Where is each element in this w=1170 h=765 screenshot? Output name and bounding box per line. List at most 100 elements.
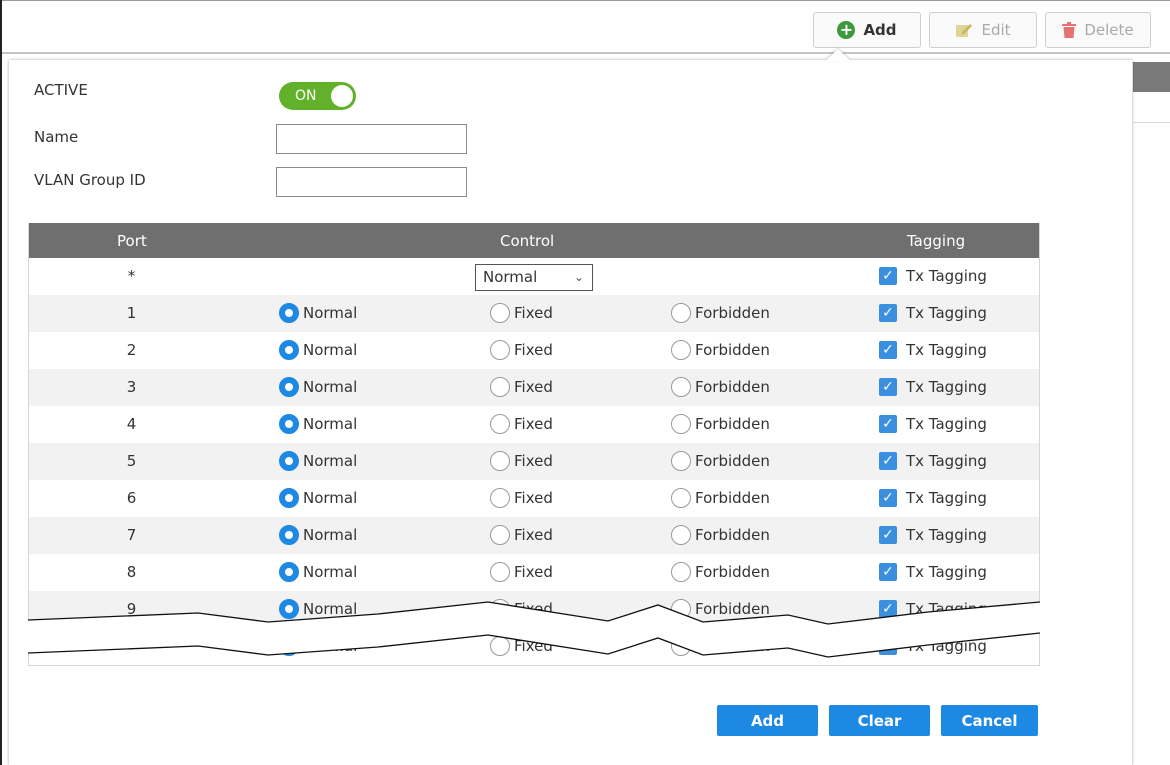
tx-tagging-label: Tx Tagging: [906, 526, 987, 544]
port-number: 7: [126, 526, 137, 544]
radio-fixed[interactable]: [490, 636, 510, 656]
port-number: 8: [126, 563, 137, 581]
radio-forbidden[interactable]: [671, 377, 691, 397]
radio-forbidden[interactable]: [671, 636, 691, 656]
radio-normal-label: Normal: [303, 526, 358, 544]
tx-tagging-checkbox[interactable]: ✓: [879, 452, 897, 470]
tx-tagging-checkbox[interactable]: ✓: [879, 378, 897, 396]
clear-button[interactable]: Clear: [829, 705, 930, 736]
radio-fixed[interactable]: [490, 451, 510, 471]
radio-fixed-label: Fixed: [514, 526, 553, 544]
table-row: 6 Normal Fixed Forbidden ✓ Tx Tagging: [29, 480, 1039, 517]
radio-forbidden-label: Forbidden: [695, 600, 770, 618]
toolbar-edit-button[interactable]: Edit: [929, 12, 1037, 48]
tx-tagging-checkbox[interactable]: ✓: [879, 304, 897, 322]
radio-normal[interactable]: [279, 488, 299, 508]
tx-tagging-checkbox[interactable]: ✓: [879, 267, 897, 285]
cancel-button[interactable]: Cancel: [941, 705, 1038, 736]
tx-tagging-label: Tx Tagging: [906, 267, 987, 285]
radio-fixed[interactable]: [490, 599, 510, 619]
table-header: Port Control Tagging: [29, 223, 1039, 258]
name-input[interactable]: [276, 124, 467, 154]
trash-icon: [1062, 22, 1077, 38]
radio-forbidden-label: Forbidden: [695, 526, 770, 544]
tagging-column-header: Tagging: [907, 232, 966, 250]
table-row: 4 Normal Fixed Forbidden ✓ Tx Tagging: [29, 406, 1039, 443]
toolbar-divider: [2, 52, 1170, 54]
radio-fixed[interactable]: [490, 562, 510, 582]
table-row: 1 Normal Fixed Forbidden ✓ Tx Tagging: [29, 295, 1039, 332]
radio-normal[interactable]: [279, 340, 299, 360]
radio-fixed[interactable]: [490, 488, 510, 508]
port-column-header: Port: [117, 232, 147, 250]
tx-tagging-label: Tx Tagging: [906, 415, 987, 433]
radio-normal[interactable]: [279, 377, 299, 397]
radio-forbidden-label: Forbidden: [695, 637, 770, 655]
radio-normal[interactable]: [279, 414, 299, 434]
toolbar-delete-button[interactable]: Delete: [1045, 12, 1151, 48]
tx-tagging-checkbox[interactable]: ✓: [879, 489, 897, 507]
radio-fixed-label: Fixed: [514, 378, 553, 396]
port-number: 6: [126, 489, 137, 507]
radio-forbidden-label: Forbidden: [695, 415, 770, 433]
toggle-knob: [331, 85, 353, 107]
radio-forbidden-label: Forbidden: [695, 378, 770, 396]
chevron-down-icon: ⌄: [573, 270, 584, 284]
radio-fixed[interactable]: [490, 303, 510, 323]
radio-fixed-label: Fixed: [514, 415, 553, 433]
radio-forbidden[interactable]: [671, 303, 691, 323]
radio-forbidden[interactable]: [671, 414, 691, 434]
toolbar-edit-label: Edit: [981, 21, 1011, 39]
radio-forbidden[interactable]: [671, 562, 691, 582]
add-button[interactable]: Add: [717, 705, 818, 736]
radio-forbidden[interactable]: [671, 340, 691, 360]
background-table-edge: [1133, 62, 1170, 123]
panel-caret: [825, 49, 851, 61]
tx-tagging-checkbox[interactable]: ✓: [879, 415, 897, 433]
radio-fixed[interactable]: [490, 377, 510, 397]
active-label: ACTIVE: [34, 81, 88, 99]
radio-normal[interactable]: [279, 562, 299, 582]
tx-tagging-checkbox[interactable]: ✓: [879, 637, 897, 655]
radio-fixed-label: Fixed: [514, 304, 553, 322]
radio-forbidden-label: Forbidden: [695, 452, 770, 470]
table-row: 7 Normal Fixed Forbidden ✓ Tx Tagging: [29, 517, 1039, 554]
radio-normal-label: Normal: [303, 341, 358, 359]
table-row: 8 Normal Fixed Forbidden ✓ Tx Tagging: [29, 554, 1039, 591]
radio-normal-label: Normal: [303, 415, 358, 433]
radio-normal[interactable]: [279, 303, 299, 323]
tx-tagging-checkbox[interactable]: ✓: [879, 341, 897, 359]
edit-icon: [956, 24, 973, 37]
control-select-value: Normal: [483, 268, 538, 286]
radio-normal[interactable]: [279, 451, 299, 471]
radio-normal-label: Normal: [303, 304, 358, 322]
table-row: 9 Normal Fixed Forbidden ✓ Tx Tagging: [29, 591, 1039, 628]
radio-fixed[interactable]: [490, 414, 510, 434]
vlan-group-id-input[interactable]: [276, 167, 467, 197]
toolbar-add-button[interactable]: + Add: [813, 12, 921, 48]
radio-normal[interactable]: [279, 599, 299, 619]
port-table: Port Control Tagging * Normal ⌄ ✓ Tx Tag…: [28, 223, 1040, 666]
radio-normal[interactable]: [279, 636, 299, 656]
tx-tagging-label: Tx Tagging: [906, 304, 987, 322]
active-toggle[interactable]: ON: [279, 82, 356, 110]
tx-tagging-label: Tx Tagging: [906, 489, 987, 507]
tx-tagging-label: Tx Tagging: [906, 563, 987, 581]
frame-top-border: [0, 0, 1170, 1]
tx-tagging-checkbox[interactable]: ✓: [879, 563, 897, 581]
control-select[interactable]: Normal ⌄: [475, 264, 593, 291]
radio-forbidden[interactable]: [671, 451, 691, 471]
table-row: Normal Fixed Forbidden ✓ Tx Tagging: [29, 628, 1039, 665]
radio-forbidden[interactable]: [671, 525, 691, 545]
tx-tagging-checkbox[interactable]: ✓: [879, 600, 897, 618]
table-row: 3 Normal Fixed Forbidden ✓ Tx Tagging: [29, 369, 1039, 406]
radio-normal[interactable]: [279, 525, 299, 545]
radio-fixed-label: Fixed: [514, 452, 553, 470]
radio-fixed[interactable]: [490, 340, 510, 360]
port-number: 2: [126, 341, 137, 359]
tx-tagging-checkbox[interactable]: ✓: [879, 526, 897, 544]
radio-fixed[interactable]: [490, 525, 510, 545]
radio-forbidden[interactable]: [671, 488, 691, 508]
radio-forbidden[interactable]: [671, 599, 691, 619]
radio-normal-label: Normal: [303, 489, 358, 507]
